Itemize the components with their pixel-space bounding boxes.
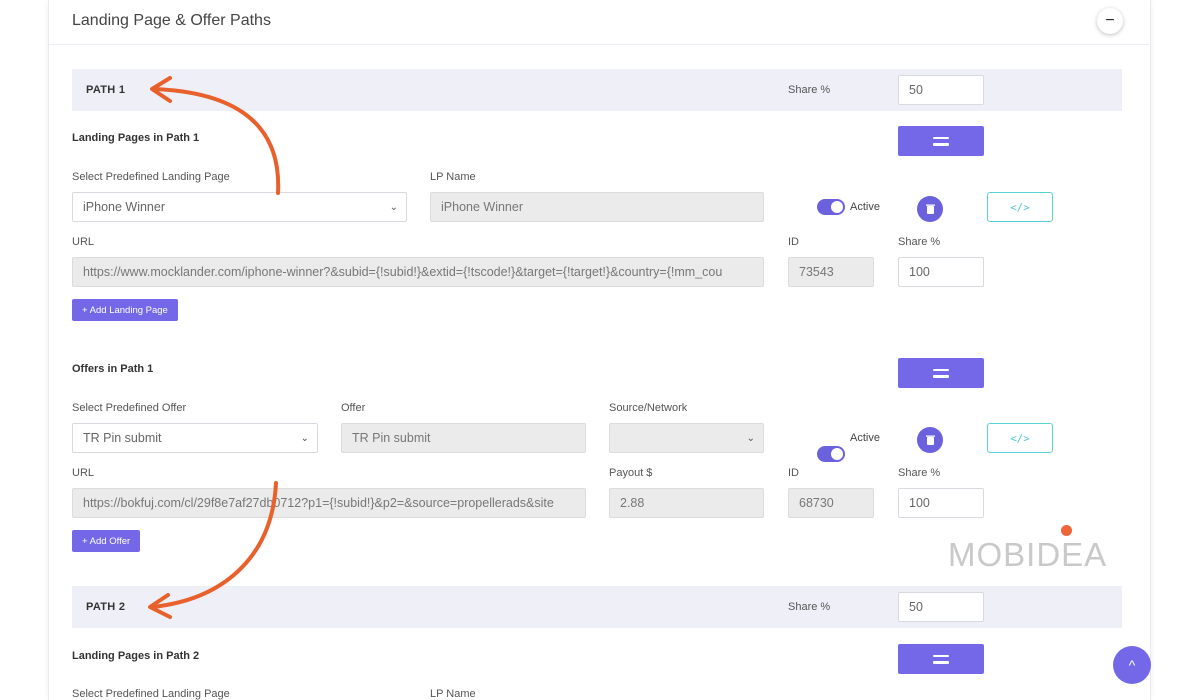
arrow-to-path-1 xyxy=(152,87,281,195)
annotation-arrows xyxy=(148,76,281,619)
mobidea-watermark: MOBIDEA xyxy=(948,536,1108,573)
chevron-up-icon: ^ xyxy=(1128,657,1136,673)
arrow-to-path-2 xyxy=(150,481,278,609)
watermark-dot xyxy=(1061,525,1072,536)
scroll-to-top-button[interactable]: ^ xyxy=(1113,646,1151,684)
